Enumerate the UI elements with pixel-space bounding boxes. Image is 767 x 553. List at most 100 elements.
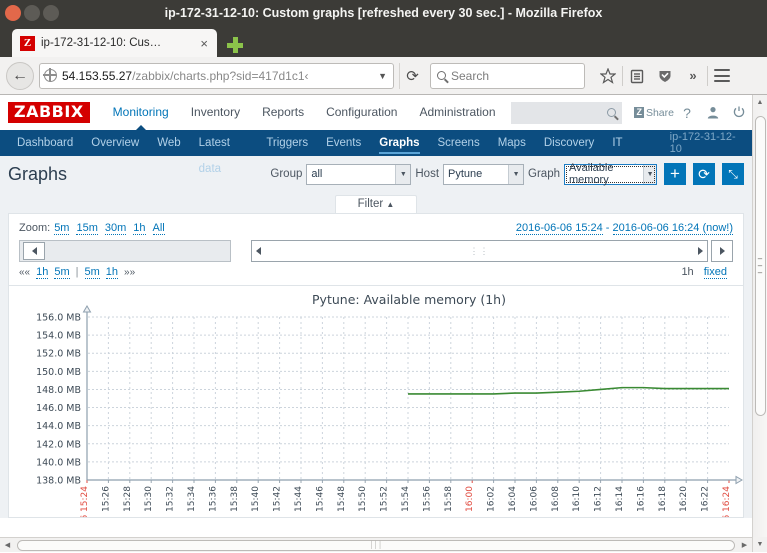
zoom-30m[interactable]: 30m — [104, 222, 127, 235]
svg-text:16:18: 16:18 — [658, 486, 668, 512]
address-bar[interactable]: 54.153.55.27/zabbix/charts.php?sid=417d1… — [39, 62, 394, 89]
menu-hamburger-icon[interactable] — [708, 62, 736, 90]
subnav-web[interactable]: Web — [148, 130, 189, 156]
nav-right-5m[interactable]: 5m — [84, 266, 100, 279]
subnav-maps[interactable]: Maps — [489, 130, 535, 156]
zoom-all[interactable]: All — [152, 222, 165, 235]
horizontal-scroll-track[interactable]: │││ — [15, 538, 737, 553]
nav-right-arrows[interactable]: »» — [124, 267, 135, 278]
subnav-events[interactable]: Events — [317, 130, 370, 156]
svg-text:16:16: 16:16 — [636, 486, 646, 512]
new-tab-button[interactable] — [227, 37, 243, 53]
host-select[interactable]: Pytune ▼ — [443, 163, 525, 185]
nav-right-1h[interactable]: 1h — [105, 266, 119, 279]
svg-text:15:40: 15:40 — [251, 486, 261, 512]
memory-line-chart[interactable]: Pytune: Available memory (1h) 156.0 MB 154… — [9, 286, 743, 518]
triangle-right-icon — [719, 247, 725, 255]
close-tab-icon[interactable]: × — [197, 36, 211, 51]
filter-tab[interactable]: Filter ▲ — [334, 195, 418, 213]
horizontal-scroll-thumb[interactable]: │││ — [17, 539, 735, 551]
scroll-down-button[interactable]: ▼ — [752, 537, 767, 552]
minimize-icon[interactable] — [24, 4, 40, 21]
fixed-toggle[interactable]: fixed — [703, 266, 727, 279]
filter-tab-row: Filter ▲ — [0, 192, 752, 213]
subnav-graphs[interactable]: Graphs — [370, 130, 428, 156]
slider-grip-icon[interactable]: ⋮⋮ — [470, 246, 490, 257]
range-to[interactable]: 2016-06-06 16:24 (now!) — [612, 222, 733, 235]
range-from[interactable]: 2016-06-06 15:24 — [515, 222, 603, 235]
chevron-down-icon[interactable]: ▼ — [378, 71, 389, 81]
top-menu-configuration[interactable]: Configuration — [315, 95, 408, 130]
graph-select[interactable]: Available memory ▼ — [564, 162, 657, 186]
scroll-left-button[interactable] — [23, 242, 45, 260]
browser-tab[interactable]: Z ip-172-31-12-10: Cus… × — [12, 29, 217, 57]
subnav-discovery[interactable]: Discovery — [535, 130, 603, 156]
time-slider-left-track[interactable] — [19, 240, 231, 262]
scroll-right-button[interactable]: ▶ — [737, 538, 752, 553]
top-menu-inventory[interactable]: Inventory — [180, 95, 251, 130]
time-slider-handle[interactable]: ⋮⋮ — [251, 240, 708, 262]
svg-text:140.0 MB: 140.0 MB — [36, 457, 81, 468]
zoom-5m[interactable]: 5m — [54, 222, 70, 235]
svg-text:15:28: 15:28 — [123, 486, 133, 512]
zabbix-search-input[interactable] — [510, 101, 623, 124]
search-input[interactable]: Search — [451, 69, 489, 83]
bookmark-star-icon[interactable] — [594, 62, 622, 90]
zabbix-body: Graphs Group all ▼ Host Pytune ▼ Graph A… — [0, 156, 752, 518]
subnav-overview[interactable]: Overview — [82, 130, 148, 156]
vertical-scrollbar[interactable]: ▲ ━ ━ ━ ▼ — [752, 95, 767, 552]
reader-list-icon[interactable] — [623, 62, 651, 90]
maximize-icon[interactable] — [43, 4, 59, 21]
close-icon[interactable]: close-icon — [5, 4, 21, 21]
triangle-left-icon — [31, 247, 37, 255]
nav-left-arrows[interactable]: «« — [19, 267, 30, 278]
svg-text:16:12: 16:12 — [594, 486, 604, 512]
top-menu-administration[interactable]: Administration — [408, 95, 506, 130]
vertical-scroll-track[interactable]: ━ ━ ━ — [753, 110, 767, 537]
group-select[interactable]: all ▼ — [306, 163, 412, 185]
zabbix-page: ZABBIX Monitoring Inventory Reports Conf… — [0, 95, 767, 552]
nav-pipe: | — [75, 266, 79, 278]
graphs-toolbar: Graphs Group all ▼ Host Pytune ▼ Graph A… — [0, 156, 752, 192]
fullscreen-button[interactable]: ⤡ — [722, 163, 744, 185]
power-icon[interactable] — [726, 100, 752, 126]
zabbix-logo[interactable]: ZABBIX — [8, 102, 90, 123]
overflow-chevrons-icon[interactable]: » — [679, 62, 707, 90]
search-bar[interactable]: Search — [430, 62, 585, 89]
svg-text:15:58: 15:58 — [444, 486, 454, 512]
svg-text:15:26: 15:26 — [101, 486, 111, 512]
nav-left-1h[interactable]: 1h — [36, 266, 49, 279]
scroll-left-button[interactable]: ◀ — [0, 538, 15, 553]
horizontal-scrollbar[interactable]: ◀ │││ ▶ — [0, 537, 752, 552]
reload-button[interactable]: ⟳ — [399, 62, 425, 89]
triangle-left-icon[interactable] — [256, 247, 261, 255]
subnav-it-services[interactable]: IT services — [603, 130, 669, 175]
subnav-screens[interactable]: Screens — [429, 130, 489, 156]
add-graph-button[interactable]: + — [664, 163, 686, 185]
shield-icon[interactable] — [651, 62, 679, 90]
scroll-up-button[interactable]: ▲ — [752, 95, 767, 110]
subnav-latest-data[interactable]: Latest data — [190, 130, 258, 175]
top-menu-monitoring[interactable]: Monitoring — [102, 95, 180, 131]
zoom-1h[interactable]: 1h — [133, 222, 146, 235]
share-button[interactable]: Z Share — [634, 107, 674, 119]
svg-text:16:06: 16:06 — [529, 486, 539, 512]
vertical-scroll-thumb[interactable]: ━ ━ ━ — [754, 116, 766, 416]
refresh-button[interactable]: ⟳ — [693, 163, 715, 185]
zoom-15m[interactable]: 15m — [76, 222, 98, 235]
svg-text:16:04: 16:04 — [508, 486, 518, 512]
help-icon[interactable]: ? — [674, 100, 700, 126]
subnav-triggers[interactable]: Triggers — [257, 130, 317, 156]
user-icon[interactable] — [700, 100, 726, 126]
nav-left-5m[interactable]: 5m — [54, 266, 70, 279]
zoom-label: Zoom: — [19, 222, 51, 234]
search-icon — [437, 71, 446, 80]
back-button[interactable]: ← — [6, 61, 34, 90]
svg-text:15:34: 15:34 — [187, 486, 197, 512]
scroll-right-button[interactable] — [711, 240, 733, 262]
top-menu-reports[interactable]: Reports — [251, 95, 315, 130]
subnav-dashboard[interactable]: Dashboard — [8, 130, 82, 156]
triangle-right-icon[interactable] — [698, 247, 703, 255]
time-slider[interactable]: ⋮⋮ — [19, 240, 733, 262]
page-content: ZABBIX Monitoring Inventory Reports Conf… — [0, 95, 752, 518]
